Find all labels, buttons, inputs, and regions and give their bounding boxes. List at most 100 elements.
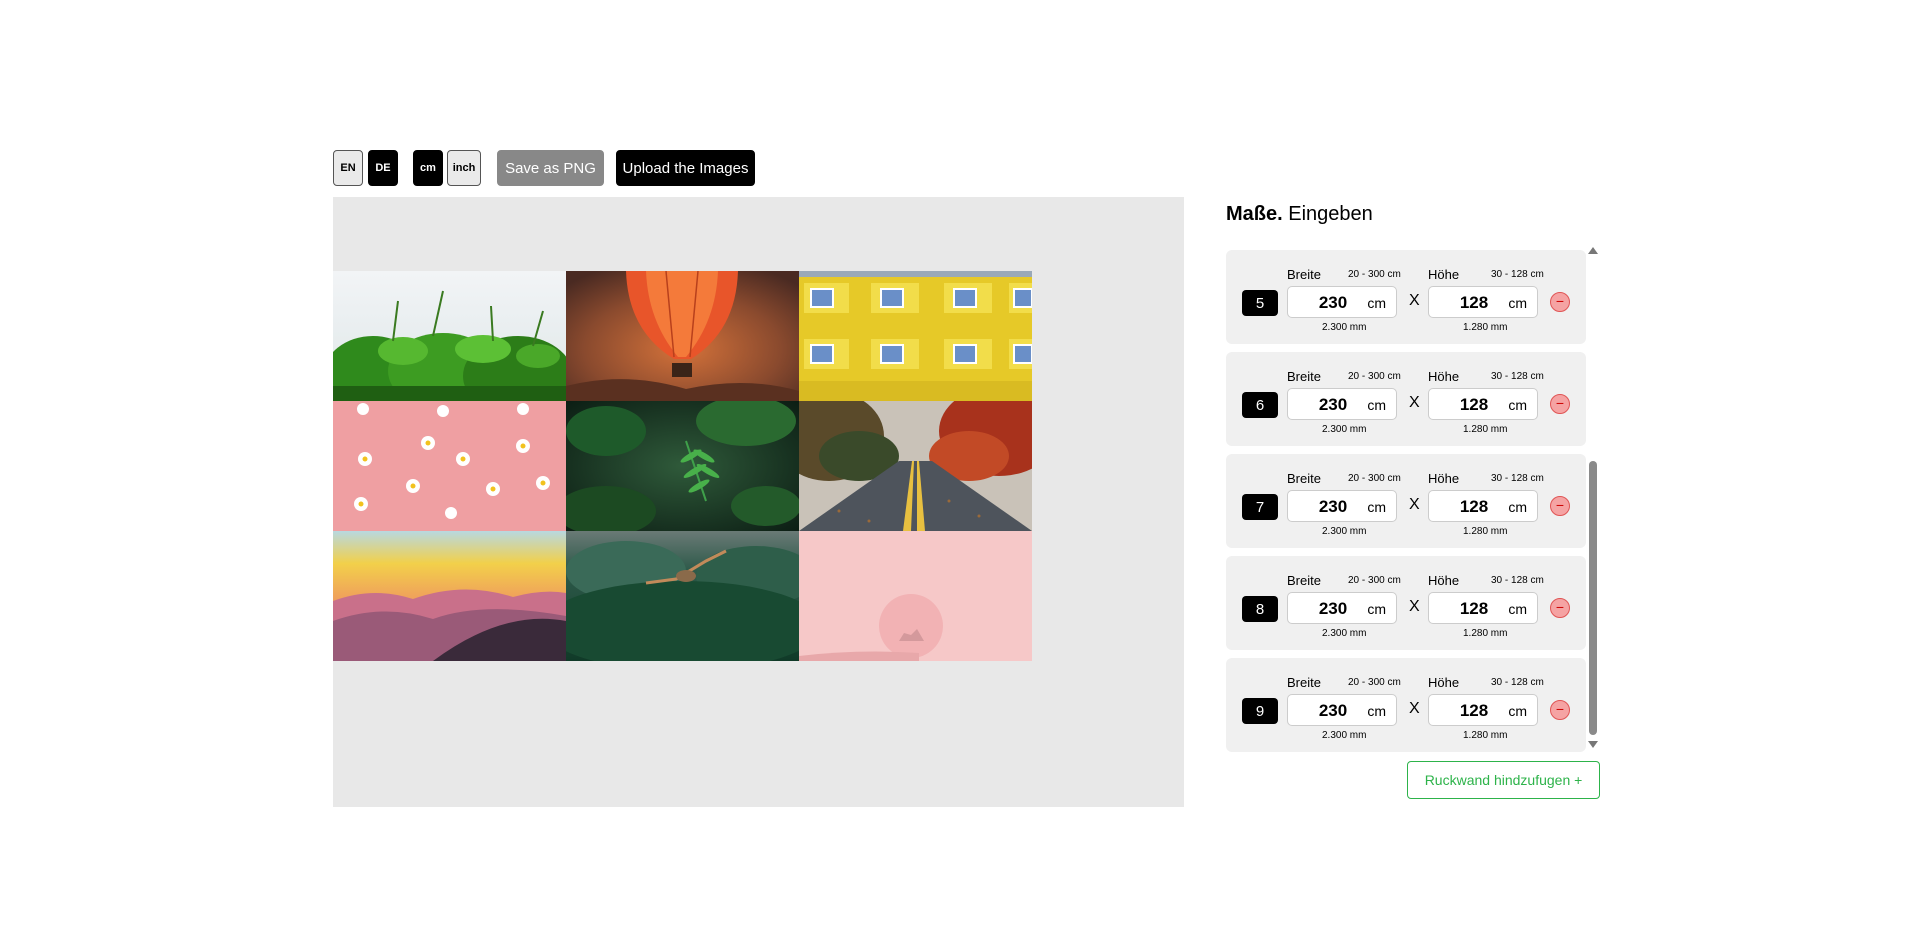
wall-number-badge: 9 <box>1242 698 1278 724</box>
dimension-separator: X <box>1409 292 1420 309</box>
width-unit: cm <box>1367 499 1386 515</box>
width-range: 20 - 300 cm <box>1348 269 1401 280</box>
width-mm: 2.300 mm <box>1322 526 1367 537</box>
image-yellow-building <box>799 271 1032 401</box>
width-label: Breite <box>1287 267 1321 282</box>
height-mm: 1.280 mm <box>1463 424 1508 435</box>
toolbar: EN DE cm inch Save as PNG Upload the Ima… <box>333 150 773 186</box>
height-mm: 1.280 mm <box>1463 628 1508 639</box>
width-input[interactable]: 230 cm <box>1287 592 1397 624</box>
scroll-down-arrow-icon[interactable] <box>1588 741 1598 748</box>
preview-canvas <box>333 197 1184 807</box>
unit-inch-button[interactable]: inch <box>447 150 481 186</box>
height-label: Höhe <box>1428 267 1460 282</box>
height-unit: cm <box>1508 703 1527 719</box>
width-input[interactable]: 230 cm <box>1287 286 1397 318</box>
image-plants <box>333 271 566 401</box>
height-mm: 1.280 mm <box>1463 730 1508 741</box>
wall-number-badge: 5 <box>1242 290 1278 316</box>
width-label: Breite <box>1287 573 1321 588</box>
wall-list: 5 Breite 20 - 300 cm 230 cm 2.300 mm X H… <box>1226 250 1586 752</box>
add-wall-button[interactable]: Ruckwand hindzufugen + <box>1407 761 1600 799</box>
remove-wall-button[interactable]: − <box>1550 292 1570 312</box>
dimension-separator: X <box>1409 598 1420 615</box>
height-input[interactable]: 128 cm <box>1428 694 1538 726</box>
remove-wall-button[interactable]: − <box>1550 700 1570 720</box>
height-unit: cm <box>1508 499 1527 515</box>
width-range: 20 - 300 cm <box>1348 371 1401 382</box>
wall-number-badge: 7 <box>1242 494 1278 520</box>
height-range: 30 - 128 cm <box>1491 677 1544 688</box>
width-unit: cm <box>1367 703 1386 719</box>
height-label: Höhe <box>1428 573 1460 588</box>
wall-card: 6 Breite 20 - 300 cm 230 cm 2.300 mm X H… <box>1226 352 1586 446</box>
height-label: Höhe <box>1428 675 1460 690</box>
width-value: 230 <box>1318 701 1348 720</box>
scroll-up-arrow-icon[interactable] <box>1588 247 1598 254</box>
height-value: 128 <box>1459 599 1489 618</box>
scrollbar-thumb[interactable] <box>1589 461 1597 735</box>
width-range: 20 - 300 cm <box>1348 473 1401 484</box>
width-label: Breite <box>1287 471 1321 486</box>
image-sunset-mountains <box>333 531 566 661</box>
width-value: 230 <box>1318 599 1348 618</box>
height-mm: 1.280 mm <box>1463 322 1508 333</box>
height-value: 128 <box>1459 395 1489 414</box>
width-input[interactable]: 230 cm <box>1287 388 1397 420</box>
wall-card: 7 Breite 20 - 300 cm 230 cm 2.300 mm X H… <box>1226 454 1586 548</box>
image-balloon <box>566 271 799 401</box>
height-unit: cm <box>1508 295 1527 311</box>
image-pink-moon <box>799 531 1032 661</box>
height-input[interactable]: 128 cm <box>1428 490 1538 522</box>
width-unit: cm <box>1367 397 1386 413</box>
height-range: 30 - 128 cm <box>1491 575 1544 586</box>
lang-de-button[interactable]: DE <box>368 150 398 186</box>
panel-title: Maße. Eingeben <box>1226 203 1373 226</box>
remove-wall-button[interactable]: − <box>1550 598 1570 618</box>
height-input[interactable]: 128 cm <box>1428 388 1538 420</box>
width-value: 230 <box>1318 395 1348 414</box>
width-mm: 2.300 mm <box>1322 730 1367 741</box>
wall-card: 8 Breite 20 - 300 cm 230 cm 2.300 mm X H… <box>1226 556 1586 650</box>
dimension-separator: X <box>1409 700 1420 717</box>
height-range: 30 - 128 cm <box>1491 269 1544 280</box>
width-input[interactable]: 230 cm <box>1287 694 1397 726</box>
upload-images-button[interactable]: Upload the Images <box>616 150 755 186</box>
image-autumn-road <box>799 401 1032 531</box>
width-label: Breite <box>1287 675 1321 690</box>
width-range: 20 - 300 cm <box>1348 677 1401 688</box>
height-range: 30 - 128 cm <box>1491 371 1544 382</box>
wall-card: 9 Breite 20 - 300 cm 230 cm 2.300 mm X H… <box>1226 658 1586 752</box>
width-unit: cm <box>1367 295 1386 311</box>
width-value: 230 <box>1318 497 1348 516</box>
height-unit: cm <box>1508 397 1527 413</box>
width-mm: 2.300 mm <box>1322 424 1367 435</box>
wall-number-badge: 6 <box>1242 392 1278 418</box>
wall-number-badge: 8 <box>1242 596 1278 622</box>
image-fern <box>566 401 799 531</box>
width-mm: 2.300 mm <box>1322 322 1367 333</box>
remove-wall-button[interactable]: − <box>1550 496 1570 516</box>
width-mm: 2.300 mm <box>1322 628 1367 639</box>
width-value: 230 <box>1318 293 1348 312</box>
height-input[interactable]: 128 cm <box>1428 286 1538 318</box>
height-mm: 1.280 mm <box>1463 526 1508 537</box>
dimension-separator: X <box>1409 394 1420 411</box>
width-range: 20 - 300 cm <box>1348 575 1401 586</box>
panel-title-rest: Eingeben <box>1282 203 1373 225</box>
width-label: Breite <box>1287 369 1321 384</box>
width-input[interactable]: 230 cm <box>1287 490 1397 522</box>
unit-cm-button[interactable]: cm <box>413 150 443 186</box>
height-value: 128 <box>1459 701 1489 720</box>
height-range: 30 - 128 cm <box>1491 473 1544 484</box>
width-unit: cm <box>1367 601 1386 617</box>
height-input[interactable]: 128 cm <box>1428 592 1538 624</box>
lang-en-button[interactable]: EN <box>333 150 363 186</box>
remove-wall-button[interactable]: − <box>1550 394 1570 414</box>
image-green-forest <box>566 531 799 661</box>
save-png-button[interactable]: Save as PNG <box>497 150 604 186</box>
panel-title-bold: Maße. <box>1226 203 1283 225</box>
wall-card: 5 Breite 20 - 300 cm 230 cm 2.300 mm X H… <box>1226 250 1586 344</box>
image-daisies <box>333 401 566 531</box>
height-unit: cm <box>1508 601 1527 617</box>
